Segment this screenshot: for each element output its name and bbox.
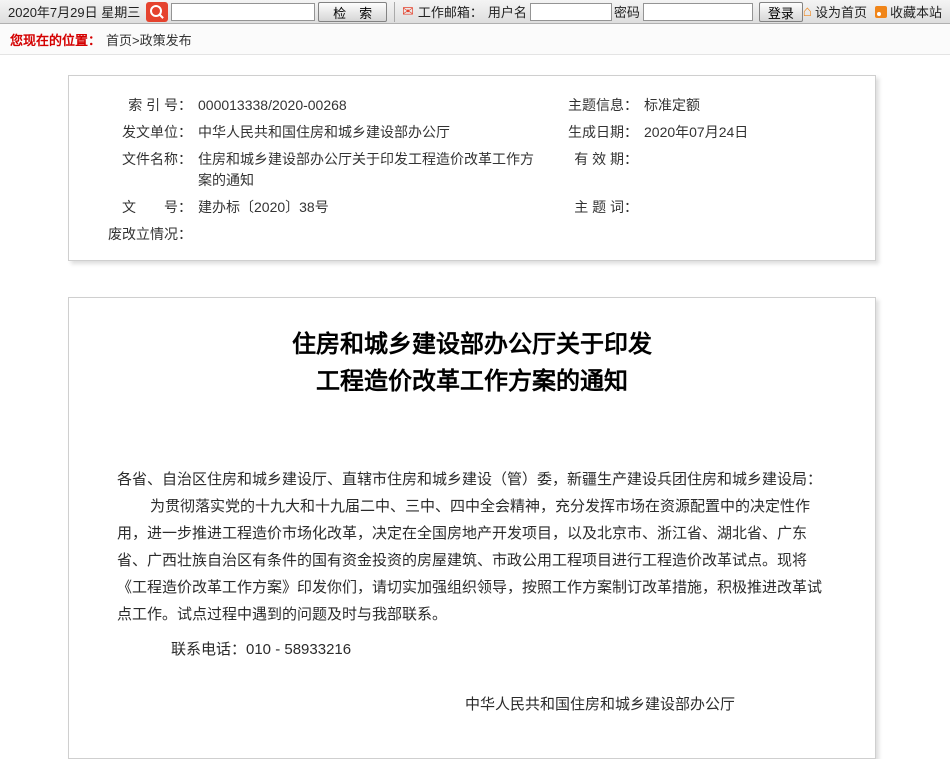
meta-value: 中华人民共和国住房和城乡建设部办公厅 <box>195 119 545 146</box>
document-text: 各省、自治区住房和城乡建设厅、直辖市住房和城乡建设（管）委，新疆生产建设兵团住房… <box>117 466 827 718</box>
search-icon[interactable] <box>146 2 168 22</box>
table-row: 文件名称： 住房和城乡建设部办公厅关于印发工程造价改革工作方案的通知 有 效 期… <box>75 146 869 194</box>
bookmark-icon <box>875 6 887 18</box>
table-row: 发文单位： 中华人民共和国住房和城乡建设部办公厅 生成日期： 2020年07月2… <box>75 119 869 146</box>
bookmark-site-link[interactable]: 收藏本站 <box>890 2 942 21</box>
meta-value <box>641 221 869 248</box>
login-button[interactable]: 登录 <box>759 2 803 22</box>
meta-value: 建办标〔2020〕38号 <box>195 194 545 221</box>
home-icon: ⌂ <box>803 3 812 20</box>
meta-label: 有 效 期： <box>545 146 641 194</box>
salutation: 各省、自治区住房和城乡建设厅、直辖市住房和城乡建设（管）委，新疆生产建设兵团住房… <box>117 466 827 493</box>
meta-label <box>545 221 641 248</box>
contact-phone: 联系电话：010 - 58933216 <box>117 636 827 663</box>
document-title: 住房和城乡建设部办公厅关于印发 工程造价改革工作方案的通知 <box>117 326 827 400</box>
username-input[interactable] <box>530 3 612 21</box>
meta-label: 发文单位： <box>75 119 195 146</box>
password-input[interactable] <box>643 3 753 21</box>
divider <box>394 2 395 22</box>
meta-table: 索 引 号： 000013338/2020-00268 主题信息： 标准定额 发… <box>75 92 869 248</box>
document-title-line2: 工程造价改革工作方案的通知 <box>117 363 827 400</box>
breadcrumb: 您现在的位置： 首页>政策发布 <box>0 24 950 55</box>
current-date: 2020年7月29日 星期三 <box>8 2 140 21</box>
meta-value: 住房和城乡建设部办公厅关于印发工程造价改革工作方案的通知 <box>195 146 545 194</box>
meta-label: 文件名称： <box>75 146 195 194</box>
mail-icon: ✉ <box>402 3 414 20</box>
meta-value <box>195 221 545 248</box>
table-row: 文 号： 建办标〔2020〕38号 主 题 词： <box>75 194 869 221</box>
meta-label: 生成日期： <box>545 119 641 146</box>
top-right-links: ⌂ 设为首页 收藏本站 <box>803 2 942 21</box>
document-title-line1: 住房和城乡建设部办公厅关于印发 <box>117 326 827 363</box>
document-meta-panel: 索 引 号： 000013338/2020-00268 主题信息： 标准定额 发… <box>68 75 876 261</box>
issuer-signature: 中华人民共和国住房和城乡建设部办公厅 <box>117 691 827 718</box>
password-label: 密码 <box>614 2 640 21</box>
meta-label: 索 引 号： <box>75 92 195 119</box>
search-input[interactable] <box>171 3 315 21</box>
meta-value <box>641 194 869 221</box>
meta-label: 主题信息： <box>545 92 641 119</box>
table-row: 索 引 号： 000013338/2020-00268 主题信息： 标准定额 <box>75 92 869 119</box>
meta-value <box>641 146 869 194</box>
meta-value: 标准定额 <box>641 92 869 119</box>
work-email-label: 工作邮箱： <box>418 2 483 21</box>
search-button[interactable]: 检 索 <box>318 2 387 22</box>
meta-label: 文 号： <box>75 194 195 221</box>
meta-value: 2020年07月24日 <box>641 119 869 146</box>
document-body-panel: 住房和城乡建设部办公厅关于印发 工程造价改革工作方案的通知 各省、自治区住房和城… <box>68 297 876 759</box>
top-bar: 2020年7月29日 星期三 检 索 ✉ 工作邮箱： 用户名 密码 登录 ⌂ 设… <box>0 0 950 24</box>
meta-label: 废改立情况： <box>75 221 195 248</box>
breadcrumb-label: 您现在的位置： <box>10 30 101 49</box>
breadcrumb-path[interactable]: 首页>政策发布 <box>106 30 192 49</box>
main-paragraph: 为贯彻落实党的十九大和十九届二中、三中、四中全会精神，充分发挥市场在资源配置中的… <box>117 493 827 628</box>
username-label: 用户名 <box>488 2 527 21</box>
set-homepage-link[interactable]: 设为首页 <box>815 2 867 21</box>
table-row: 废改立情况： <box>75 221 869 248</box>
meta-value: 000013338/2020-00268 <box>195 92 545 119</box>
meta-label: 主 题 词： <box>545 194 641 221</box>
